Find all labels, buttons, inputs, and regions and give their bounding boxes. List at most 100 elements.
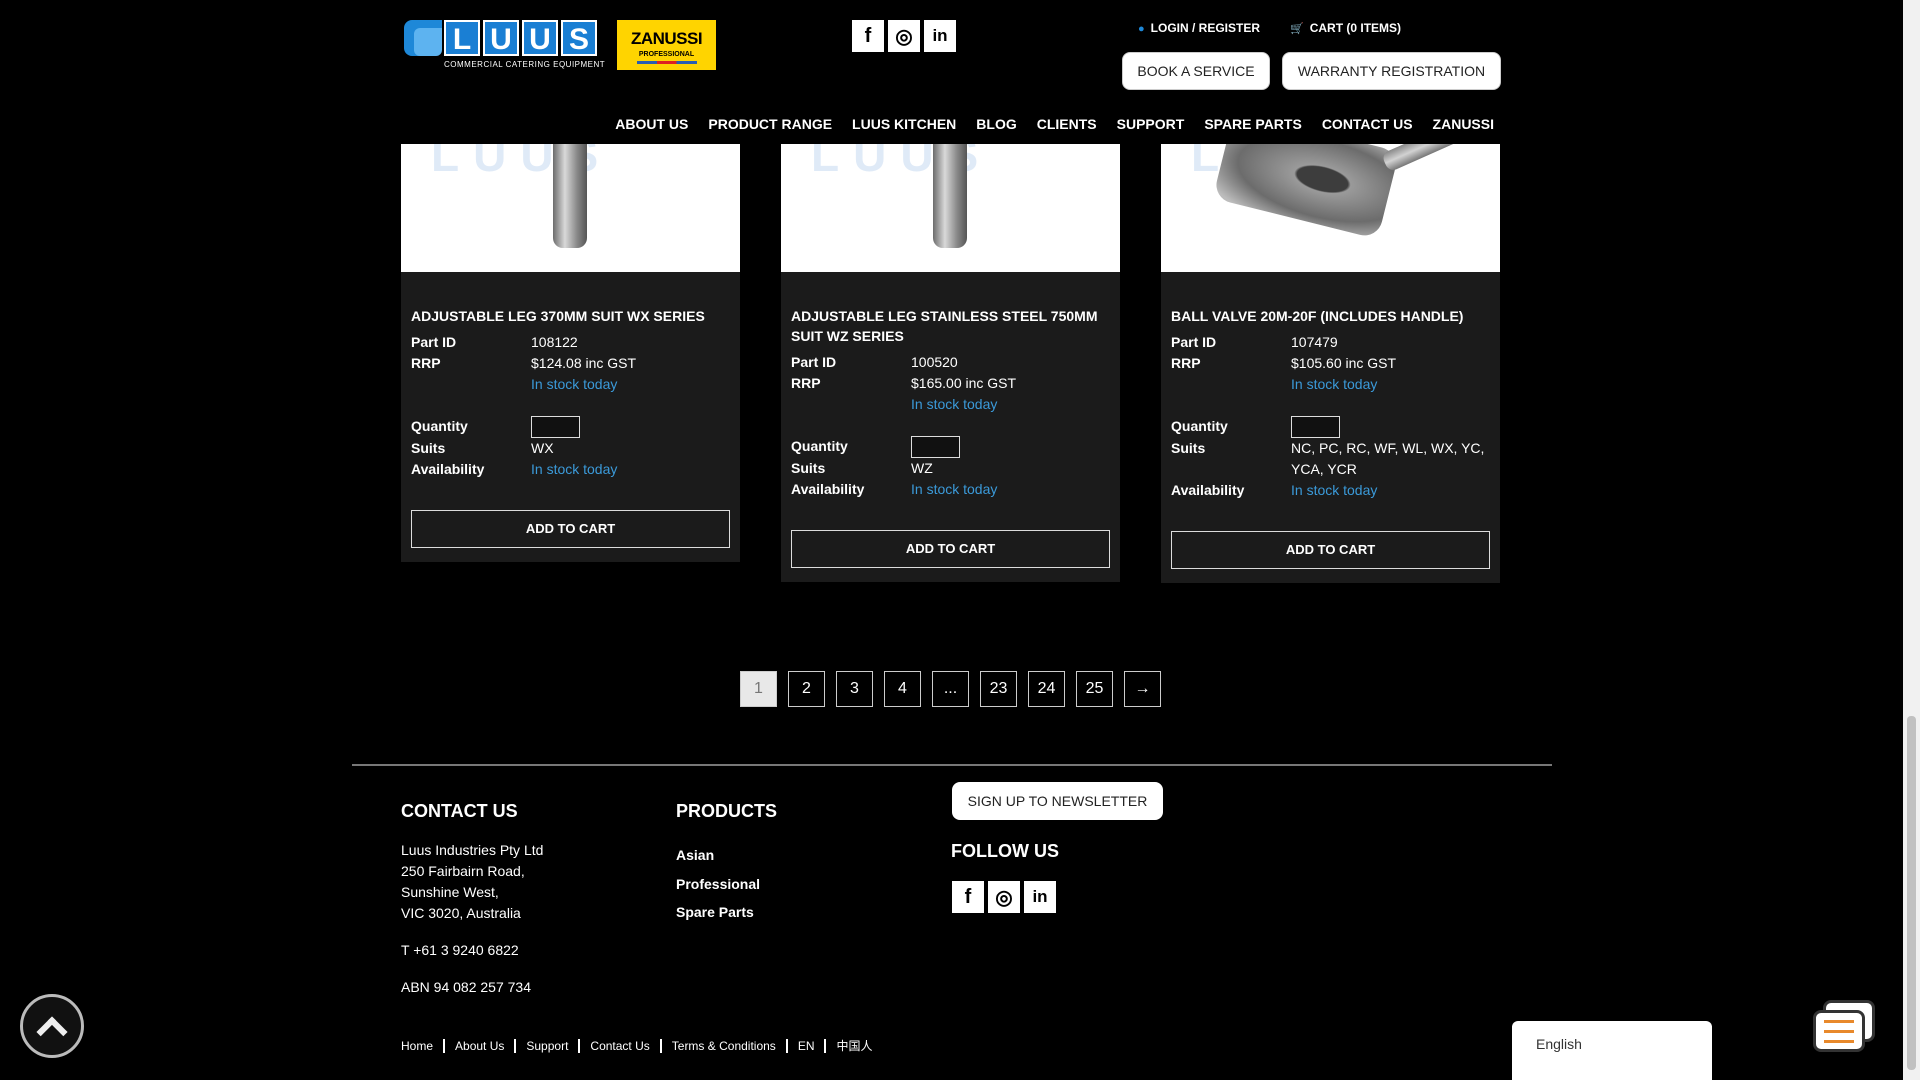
nav-support[interactable]: SUPPORT xyxy=(1117,115,1185,133)
scroll-to-top-button[interactable] xyxy=(20,994,84,1058)
footer-link-contact-us[interactable]: Contact Us xyxy=(590,1038,649,1054)
nav-blog[interactable]: BLOG xyxy=(976,115,1016,133)
part-id-label: Part ID xyxy=(791,354,837,370)
product-title[interactable]: ADJUSTABLE LEG STAINLESS STEEL 750MM SUI… xyxy=(791,306,1110,346)
quantity-input[interactable] xyxy=(1291,416,1340,438)
footer-product-link-spare-parts[interactable]: Spare Parts xyxy=(676,903,754,921)
luus-logo-mark xyxy=(404,20,442,56)
logo-letter: U xyxy=(483,20,519,56)
page-24-button[interactable]: 24 xyxy=(1028,671,1065,707)
availability-label: Availability xyxy=(1171,482,1245,498)
user-icon: ● xyxy=(1138,23,1145,35)
page-2-button[interactable]: 2 xyxy=(788,671,825,707)
part-id-value: 108122 xyxy=(531,334,578,350)
facebook-icon[interactable]: f xyxy=(952,881,984,913)
language-selector[interactable]: English xyxy=(1512,1021,1712,1080)
page-3-button[interactable]: 3 xyxy=(836,671,873,707)
footer-link-home[interactable]: Home xyxy=(401,1038,433,1054)
cart-icon: 🛒 xyxy=(1290,23,1304,35)
warranty-registration-button[interactable]: WARRANTY REGISTRATION xyxy=(1282,52,1501,90)
address-line: Sunshine West, xyxy=(401,884,499,900)
availability-value: In stock today xyxy=(1291,482,1378,498)
footer-bottom-links: Home About Us Support Contact Us Terms &… xyxy=(401,1038,873,1054)
chat-widget-button[interactable] xyxy=(1813,998,1879,1056)
adjustable-leg-image xyxy=(933,140,967,248)
page-4-button[interactable]: 4 xyxy=(884,671,921,707)
next-page-button[interactable]: → xyxy=(1124,671,1161,707)
quantity-label: Quantity xyxy=(1171,418,1228,434)
page-scrollbar[interactable] xyxy=(1903,0,1920,1080)
footer-product-link-asian[interactable]: Asian xyxy=(676,846,714,864)
footer-social-links: f ◎ in xyxy=(952,881,1056,913)
footer-link-about-us[interactable]: About Us xyxy=(455,1038,504,1054)
linkedin-icon[interactable]: in xyxy=(924,20,956,52)
footer-link-lang-zh[interactable]: 中国人 xyxy=(836,1038,872,1054)
nav-luus-kitchen[interactable]: LUUS KITCHEN xyxy=(852,115,956,133)
newsletter-signup-button[interactable]: SIGN UP TO NEWSLETTER xyxy=(952,782,1163,820)
nav-zanussi[interactable]: ZANUSSI xyxy=(1433,115,1494,133)
rrp-label: RRP xyxy=(411,355,441,371)
nav-about-us[interactable]: ABOUT US xyxy=(615,115,688,133)
book-service-button[interactable]: BOOK A SERVICE xyxy=(1122,52,1270,90)
page-25-button[interactable]: 25 xyxy=(1076,671,1113,707)
availability-label: Availability xyxy=(411,461,485,477)
footer-divider xyxy=(352,764,1552,766)
quantity-input[interactable] xyxy=(911,436,960,458)
zanussi-logo-stripe xyxy=(637,61,697,64)
suits-label: Suits xyxy=(411,440,446,456)
login-register-link[interactable]: ● LOGIN / REGISTER xyxy=(1138,20,1260,37)
suits-label: Suits xyxy=(791,460,826,476)
logo-letter: U xyxy=(522,20,558,56)
address-line: Luus Industries Pty Ltd xyxy=(401,842,544,858)
add-to-cart-button[interactable]: ADD TO CART xyxy=(411,510,730,548)
footer-abn: ABN 94 082 257 734 xyxy=(401,979,531,995)
product-title[interactable]: ADJUSTABLE LEG 370MM SUIT WX SERIES xyxy=(411,306,730,326)
page-1-button[interactable]: 1 xyxy=(740,671,777,707)
instagram-icon[interactable]: ◎ xyxy=(988,881,1020,913)
cart-link[interactable]: 🛒 CART (0 ITEMS) xyxy=(1290,20,1401,37)
part-id-label: Part ID xyxy=(411,334,457,350)
zanussi-logo[interactable]: ZANUSSI PROFESSIONAL xyxy=(617,20,716,70)
rrp-stock-status: In stock today xyxy=(531,376,618,392)
link-separator xyxy=(443,1039,446,1053)
add-to-cart-button[interactable]: ADD TO CART xyxy=(1171,531,1490,569)
address-line: VIC 3020, Australia xyxy=(401,905,521,921)
suits-label: Suits xyxy=(1171,440,1206,456)
footer-products-heading: PRODUCTS xyxy=(676,801,778,821)
nav-product-range[interactable]: PRODUCT RANGE xyxy=(708,115,832,133)
nav-contact-us[interactable]: CONTACT US xyxy=(1322,115,1413,133)
nav-spare-parts[interactable]: SPARE PARTS xyxy=(1204,115,1302,133)
add-to-cart-button[interactable]: ADD TO CART xyxy=(791,530,1110,568)
footer-phone[interactable]: T +61 3 9240 6822 xyxy=(401,940,519,961)
main-nav: ABOUT US PRODUCT RANGE LUUS KITCHEN BLOG… xyxy=(615,115,1494,133)
availability-value: In stock today xyxy=(911,481,998,497)
site-header: L U U S COMMERCIAL CATERING EQUIPMENT ZA… xyxy=(0,0,1903,144)
rrp-value: $165.00 inc GST xyxy=(911,375,1017,391)
page-ellipsis: ... xyxy=(932,671,969,707)
nav-clients[interactable]: CLIENTS xyxy=(1037,115,1097,133)
facebook-icon[interactable]: f xyxy=(852,20,884,52)
footer-contact-heading: CONTACT US xyxy=(401,801,518,821)
suits-value: WX xyxy=(531,440,554,456)
scrollbar-thumb[interactable] xyxy=(1907,716,1916,1070)
product-title[interactable]: BALL VALVE 20M-20F (INCLUDES HANDLE) xyxy=(1171,306,1490,326)
part-id-label: Part ID xyxy=(1171,334,1217,350)
account-links: ● LOGIN / REGISTER 🛒 CART (0 ITEMS) xyxy=(1138,20,1401,37)
linkedin-icon[interactable]: in xyxy=(1024,881,1056,913)
footer-link-terms[interactable]: Terms & Conditions xyxy=(672,1038,776,1054)
instagram-icon[interactable]: ◎ xyxy=(888,20,920,52)
footer-product-link-professional[interactable]: Professional xyxy=(676,875,760,893)
quantity-label: Quantity xyxy=(791,438,848,454)
footer-link-lang-en[interactable]: EN xyxy=(798,1038,815,1054)
link-separator xyxy=(514,1039,517,1053)
availability-label: Availability xyxy=(791,481,865,497)
rrp-label: RRP xyxy=(1171,355,1201,371)
footer-link-support[interactable]: Support xyxy=(526,1038,568,1054)
zanussi-logo-text: ZANUSSI xyxy=(630,29,703,48)
link-separator xyxy=(785,1039,788,1053)
quantity-input[interactable] xyxy=(531,416,580,438)
chat-icon xyxy=(1813,1010,1865,1052)
logo-tagline: COMMERCIAL CATERING EQUIPMENT xyxy=(444,60,606,69)
page-23-button[interactable]: 23 xyxy=(980,671,1017,707)
luus-logo[interactable]: L U U S COMMERCIAL CATERING EQUIPMENT xyxy=(404,20,605,72)
